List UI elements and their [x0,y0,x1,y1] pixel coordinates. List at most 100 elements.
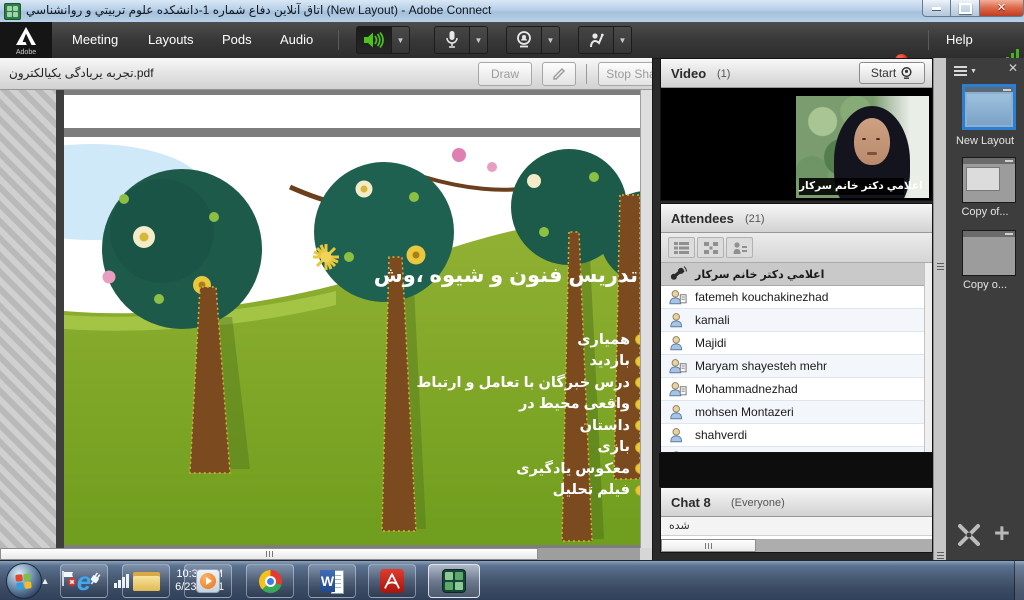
layout-label[interactable]: Copy of... [946,206,1024,218]
adobe-a-icon [14,26,38,46]
restore-button[interactable] [951,0,979,17]
pod-gap [659,453,934,487]
attendee-icon [669,335,687,351]
taskbar-chrome[interactable] [246,564,294,598]
video-pod: Video (1) Start اعلامي دکتر خانم سرکار [660,58,933,201]
layout-bar-menu-icon[interactable]: ▼ [954,64,976,78]
divider-grip[interactable] [937,552,944,559]
webcam-button[interactable] [506,26,542,54]
attendee-name: Majidi [695,336,726,350]
add-pod-icon[interactable]: + [994,520,1010,547]
adobe-logo[interactable]: Adobe [0,22,52,58]
layout-label[interactable]: Copy o... [946,279,1024,291]
webcam-feed[interactable]: اعلامي دکتر خانم سرکار [796,96,929,198]
attendees-pod-header: Attendees (21) [661,204,932,233]
show-hidden-icons[interactable]: ▲ [41,576,50,586]
scrollbar-thumb[interactable] [0,548,538,560]
attendee-row[interactable]: Maryam shayesteh mehr [661,355,924,378]
layout-thumb-copy-of[interactable] [962,157,1016,203]
attendee-name: kamali [695,313,730,327]
attendee-name: mohsen Montazeri [695,405,794,419]
close-button[interactable]: ✕ [979,0,1024,17]
start-button[interactable] [6,563,42,599]
attendee-status-view-button[interactable] [726,237,753,258]
video-pod-title: Video [671,66,706,81]
webcam-dropdown[interactable]: ▼ [542,26,560,54]
attendee-row-partial[interactable] [661,447,924,452]
speaker-button[interactable] [356,26,392,54]
attendee-row-host[interactable]: اعلامي دکتر خانم سرکار [661,263,924,286]
chat-message-area[interactable]: شده [661,517,932,536]
attendees-pod-title: Attendees [671,211,734,226]
attendee-row[interactable]: Majidi [661,332,924,355]
panel-divider[interactable] [933,58,946,560]
taskbar-file-explorer[interactable] [122,564,170,598]
menu-layouts[interactable]: Layouts [148,22,194,58]
attendee-row[interactable]: shahverdi [661,424,924,447]
attendee-name: اعلامي دکتر خانم سرکار [695,268,824,281]
divider-grip[interactable] [937,263,944,270]
stop-sharing-button[interactable]: Stop Sharing [598,62,653,86]
layout-bar-close-icon[interactable]: ✕ [1008,61,1018,75]
taskbar-word[interactable]: W [308,564,356,598]
attendees-scrollbar[interactable] [924,263,932,452]
menu-pods[interactable]: Pods [222,22,252,58]
layout-bar: ▼ ✕ New Layout Copy of... Copy o... + [946,58,1024,560]
breakout-view-button[interactable] [697,237,724,258]
speaker-dropdown[interactable]: ▼ [392,26,410,54]
chat-horizontal-scrollbar[interactable] [661,539,932,552]
pencil-icon [551,66,567,82]
taskbar-adobe-reader[interactable] [368,564,416,598]
slide-bullet: بازدید [218,351,638,373]
internet-explorer-icon: e [77,568,91,594]
start-webcam-button[interactable]: Start [859,62,925,84]
slide-title: تدریس فنون و شیوه ،وش [374,263,638,288]
minimize-button[interactable] [922,0,951,17]
draw-button[interactable]: Draw [478,62,532,86]
menu-help[interactable]: Help [946,22,973,58]
share-pod-content: تدریس فنون و شیوه ،وش همیاری بازدید درس … [0,90,652,548]
list-view-icon [674,242,689,254]
raise-hand-button[interactable] [578,26,614,54]
adobe-reader-icon [380,569,404,593]
slide-bullet: بازی [218,437,638,459]
attendee-row[interactable]: kamali [661,309,924,332]
taskbar-media-player[interactable] [184,564,232,598]
attendee-name: Mohammadnezhad [695,382,798,396]
layout-thumb-copy-o[interactable] [962,230,1016,276]
attendees-pod: Attendees (21) اعلامي دکتر خانم سرکار fa… [660,203,933,453]
slide-bullet: واقعی محیط در [218,394,638,416]
slide-bullet-list: همیاری بازدید درس خبرگان با تعامل و ارتب… [218,329,638,501]
attendee-mobile-icon [669,289,687,305]
slide-page: تدریس فنون و شیوه ،وش همیاری بازدید درس … [64,137,640,545]
scrollbar-thumb[interactable] [661,539,756,552]
layout-thumb-new-layout[interactable] [962,84,1016,130]
raise-hand-icon [587,31,605,49]
attendee-row[interactable]: fatemeh kouchakinezhad [661,286,924,309]
attendee-row[interactable]: mohsen Montazeri [661,401,924,424]
media-player-icon [196,569,220,593]
menu-bar: Adobe Meeting Layouts Pods Audio ▼ ▼ ▼ [0,22,1024,59]
phone-icon [669,266,687,282]
attendees-toolbar [661,233,932,263]
share-horizontal-scrollbar[interactable] [0,548,652,560]
previous-page-edge [64,95,640,128]
taskbar-internet-explorer[interactable]: e [60,564,108,598]
show-desktop-button[interactable] [1014,561,1024,600]
slide-bullet: معکوس یادگیری [218,458,638,480]
pod-options-icon[interactable] [956,522,982,553]
microphone-button[interactable] [434,26,470,54]
menu-meeting[interactable]: Meeting [72,22,118,58]
layout-label[interactable]: New Layout [946,135,1024,147]
attendee-row[interactable]: Mohammadnezhad [661,378,924,401]
microphone-dropdown[interactable]: ▼ [470,26,488,54]
pencil-tool-button[interactable] [542,62,576,86]
attendee-list: اعلامي دکتر خانم سرکار fatemeh kouchakin… [661,263,924,452]
slide-bullet: داستان [218,415,638,437]
taskbar-adobe-connect[interactable] [428,564,480,598]
attendee-list-view-button[interactable] [668,237,695,258]
status-dropdown[interactable]: ▼ [614,26,632,54]
scrollbar-corner [640,548,652,560]
share-vertical-scrollbar[interactable] [640,90,652,548]
menu-audio[interactable]: Audio [280,22,313,58]
